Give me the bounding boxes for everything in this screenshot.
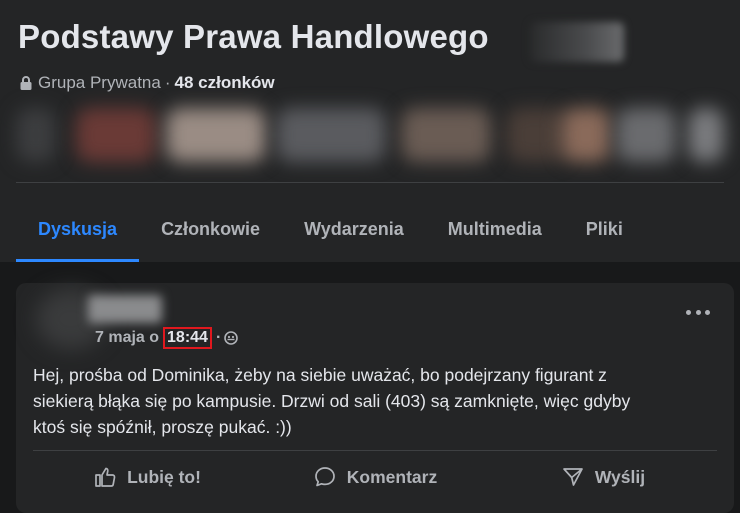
- post-time[interactable]: 18:44: [163, 327, 212, 349]
- blurred-avatar: [166, 108, 266, 162]
- post-card: 7 maja o 18:44 · Hej, prośba od Dominika…: [16, 283, 734, 513]
- author-name-blurred[interactable]: [88, 295, 162, 323]
- post-text: Hej, prośba od Dominika, żeby na siebie …: [33, 362, 713, 440]
- blurred-avatar: [401, 108, 491, 162]
- privacy-label: Grupa Prywatna: [38, 73, 161, 92]
- post-date[interactable]: 7 maja o: [95, 329, 159, 347]
- member-count[interactable]: 48 członków: [175, 73, 275, 93]
- group-title[interactable]: Podstawy Prawa Handlowego: [18, 18, 489, 56]
- post-text-line: siekierą błąka się po kampusie. Drzwi od…: [33, 391, 631, 411]
- blurred-avatar: [688, 108, 724, 162]
- group-tabs: Dyskusja Członkowie Wydarzenia Multimedi…: [16, 196, 645, 262]
- blurred-avatar: [276, 108, 386, 162]
- lock-icon: [19, 75, 33, 91]
- meta-separator: ·: [215, 329, 222, 346]
- tab-multimedia[interactable]: Multimedia: [426, 196, 564, 262]
- post-text-line: Hej, prośba od Dominika, żeby na siebie …: [33, 365, 607, 385]
- share-label: Wyślij: [594, 466, 646, 487]
- post-meta: 7 maja o 18:44 ·: [95, 327, 239, 349]
- comment-bubble-icon: [314, 467, 335, 487]
- header-divider: [16, 182, 724, 183]
- blurred-avatar: [506, 108, 566, 162]
- blurred-avatar: [616, 108, 676, 162]
- post-text-line: ktoś się spóźnił, proszę pukać. :)): [33, 417, 292, 437]
- tab-wydarzenia[interactable]: Wydarzenia: [282, 196, 426, 262]
- more-icon[interactable]: [686, 307, 710, 317]
- tab-dyskusja[interactable]: Dyskusja: [16, 196, 140, 262]
- tab-czlonkowie[interactable]: Członkowie: [139, 196, 282, 262]
- globe-icon[interactable]: [224, 331, 239, 345]
- group-header: Podstawy Prawa Handlowego Grupa Prywatna…: [0, 0, 740, 262]
- member-avatars-blurred: [16, 100, 724, 170]
- dot: [695, 309, 701, 315]
- blurred-avatar: [16, 108, 56, 162]
- blurred-avatar: [561, 108, 611, 162]
- like-label: Lubię to!: [127, 466, 201, 487]
- blurred-avatar: [76, 108, 156, 162]
- send-icon: [563, 468, 583, 486]
- thumbs-up-icon: [95, 467, 116, 487]
- dot: [705, 309, 710, 315]
- tab-pliki[interactable]: Pliki: [564, 196, 645, 262]
- group-meta: Grupa Prywatna · 48 członków: [19, 73, 275, 93]
- post-divider: [33, 450, 717, 451]
- dot: [686, 309, 691, 315]
- meta-separator: ·: [164, 73, 171, 92]
- comment-label: Komentarz: [346, 466, 438, 487]
- blurred-redaction: [530, 22, 624, 62]
